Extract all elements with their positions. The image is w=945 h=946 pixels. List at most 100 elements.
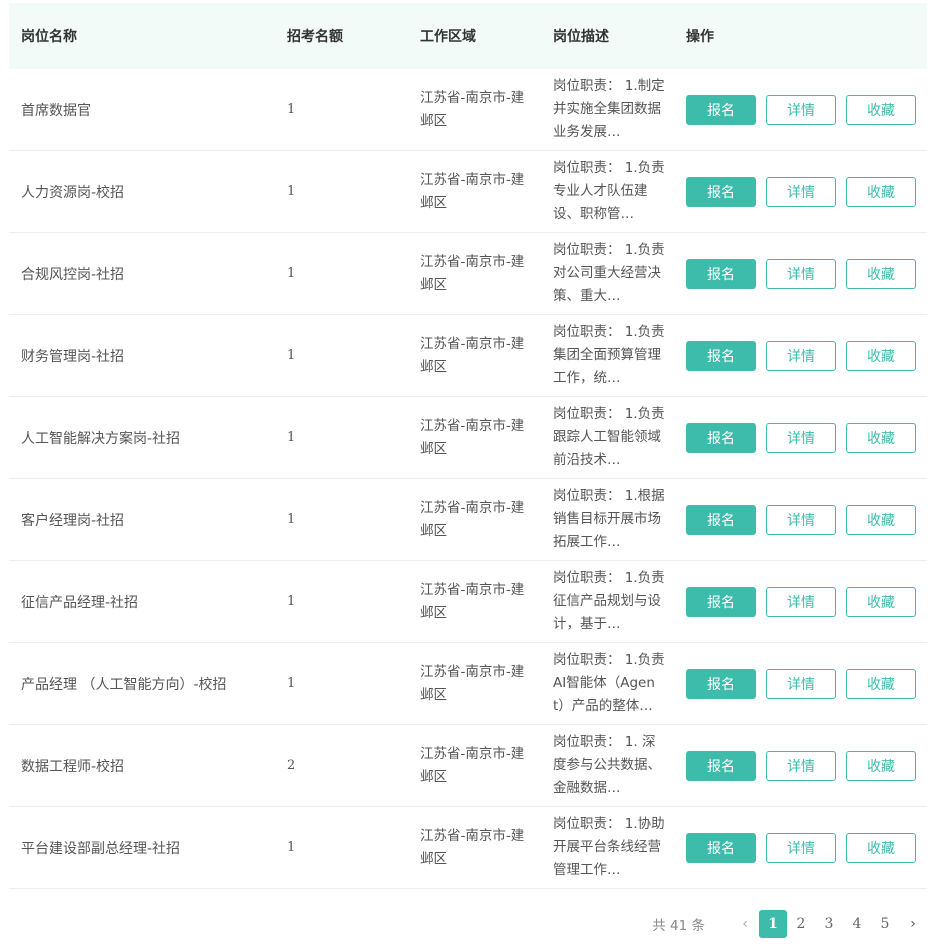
- jobs-table: 岗位名称 招考名额 工作区域 岗位描述 操作 首席数据官 1 江苏省-南京市-建…: [9, 3, 927, 889]
- job-quota: 1: [287, 184, 296, 199]
- header-quota: 招考名额: [287, 29, 343, 45]
- favorite-button[interactable]: 收藏: [846, 422, 916, 453]
- job-name: 数据工程师-校招: [21, 758, 125, 775]
- job-area-cell: 江苏省-南京市-建邺区: [408, 397, 541, 478]
- job-desc-cell: 岗位职责： 1.负责跟踪人工智能领域前沿技术…: [541, 397, 674, 478]
- job-name: 客户经理岗-社招: [21, 512, 125, 529]
- job-name: 产品经理 （人工智能方向）-校招: [21, 676, 227, 693]
- favorite-button[interactable]: 收藏: [846, 832, 916, 863]
- job-desc-cell: 岗位职责： 1.制定并实施全集团数据业务发展…: [541, 69, 674, 150]
- job-desc-cell: 岗位职责： 1. 深度参与公共数据、金融数据…: [541, 725, 674, 806]
- job-desc: 岗位职责： 1. 深度参与公共数据、金融数据…: [553, 734, 661, 796]
- job-quota: 1: [287, 594, 296, 609]
- job-area: 江苏省-南京市-建邺区: [420, 581, 525, 621]
- job-quota: 1: [287, 430, 296, 445]
- detail-button[interactable]: 详情: [766, 176, 836, 207]
- apply-button[interactable]: 报名: [686, 258, 756, 289]
- job-area: 江苏省-南京市-建邺区: [420, 89, 525, 129]
- table-row: 平台建设部副总经理-社招 1 江苏省-南京市-建邺区 岗位职责： 1.协助开展平…: [9, 807, 927, 889]
- table-header: 岗位名称 招考名额 工作区域 岗位描述 操作: [9, 3, 927, 69]
- favorite-button[interactable]: 收藏: [846, 340, 916, 371]
- row-actions: 报名 详情 收藏: [674, 807, 927, 888]
- favorite-button[interactable]: 收藏: [846, 258, 916, 289]
- row-actions: 报名 详情 收藏: [674, 397, 927, 478]
- job-desc-cell: 岗位职责： 1.负责对公司重大经营决策、重大…: [541, 233, 674, 314]
- job-area-cell: 江苏省-南京市-建邺区: [408, 233, 541, 314]
- detail-button[interactable]: 详情: [766, 668, 836, 699]
- favorite-button[interactable]: 收藏: [846, 586, 916, 617]
- apply-button[interactable]: 报名: [686, 422, 756, 453]
- job-desc: 岗位职责： 1.负责集团全面预算管理工作，统…: [553, 324, 665, 386]
- table-row: 客户经理岗-社招 1 江苏省-南京市-建邺区 岗位职责： 1.根据销售目标开展市…: [9, 479, 927, 561]
- favorite-button[interactable]: 收藏: [846, 668, 916, 699]
- header-area: 工作区域: [420, 29, 476, 45]
- job-area-cell: 江苏省-南京市-建邺区: [408, 807, 541, 888]
- job-quota: 1: [287, 676, 296, 691]
- table-row: 首席数据官 1 江苏省-南京市-建邺区 岗位职责： 1.制定并实施全集团数据业务…: [9, 69, 927, 151]
- apply-button[interactable]: 报名: [686, 750, 756, 781]
- job-desc: 岗位职责： 1.负责专业人才队伍建设、职称管…: [553, 160, 665, 222]
- detail-button[interactable]: 详情: [766, 258, 836, 289]
- job-area: 江苏省-南京市-建邺区: [420, 745, 525, 785]
- job-area: 江苏省-南京市-建邺区: [420, 171, 525, 211]
- favorite-button[interactable]: 收藏: [846, 94, 916, 125]
- table-row: 产品经理 （人工智能方向）-校招 1 江苏省-南京市-建邺区 岗位职责： 1.负…: [9, 643, 927, 725]
- job-name: 平台建设部副总经理-社招: [21, 840, 181, 857]
- job-quota: 1: [287, 266, 296, 281]
- row-actions: 报名 详情 收藏: [674, 479, 927, 560]
- detail-button[interactable]: 详情: [766, 422, 836, 453]
- detail-button[interactable]: 详情: [766, 94, 836, 125]
- apply-button[interactable]: 报名: [686, 340, 756, 371]
- favorite-button[interactable]: 收藏: [846, 504, 916, 535]
- detail-button[interactable]: 详情: [766, 586, 836, 617]
- job-area-cell: 江苏省-南京市-建邺区: [408, 479, 541, 560]
- favorite-button[interactable]: 收藏: [846, 750, 916, 781]
- detail-button[interactable]: 详情: [766, 340, 836, 371]
- row-actions: 报名 详情 收藏: [674, 643, 927, 724]
- job-quota: 2: [287, 758, 296, 773]
- page-1[interactable]: 1: [759, 910, 787, 938]
- header-desc: 岗位描述: [553, 29, 609, 45]
- job-area-cell: 江苏省-南京市-建邺区: [408, 315, 541, 396]
- page-2[interactable]: 2: [787, 910, 815, 938]
- header-ops: 操作: [686, 29, 714, 45]
- job-name: 人力资源岗-校招: [21, 184, 125, 201]
- job-area-cell: 江苏省-南京市-建邺区: [408, 151, 541, 232]
- table-row: 财务管理岗-社招 1 江苏省-南京市-建邺区 岗位职责： 1.负责集团全面预算管…: [9, 315, 927, 397]
- apply-button[interactable]: 报名: [686, 668, 756, 699]
- job-desc-cell: 岗位职责： 1.负责专业人才队伍建设、职称管…: [541, 151, 674, 232]
- favorite-button[interactable]: 收藏: [846, 176, 916, 207]
- table-row: 数据工程师-校招 2 江苏省-南京市-建邺区 岗位职责： 1. 深度参与公共数据…: [9, 725, 927, 807]
- job-desc: 岗位职责： 1.负责跟踪人工智能领域前沿技术…: [553, 406, 665, 468]
- apply-button[interactable]: 报名: [686, 832, 756, 863]
- job-area: 江苏省-南京市-建邺区: [420, 663, 525, 703]
- apply-button[interactable]: 报名: [686, 504, 756, 535]
- table-row: 人工智能解决方案岗-社招 1 江苏省-南京市-建邺区 岗位职责： 1.负责跟踪人…: [9, 397, 927, 479]
- table-row: 合规风控岗-社招 1 江苏省-南京市-建邺区 岗位职责： 1.负责对公司重大经营…: [9, 233, 927, 315]
- job-area: 江苏省-南京市-建邺区: [420, 499, 525, 539]
- total-count: 共 41 条: [652, 918, 705, 934]
- job-quota: 1: [287, 102, 296, 117]
- job-name: 人工智能解决方案岗-社招: [21, 430, 181, 447]
- row-actions: 报名 详情 收藏: [674, 151, 927, 232]
- apply-button[interactable]: 报名: [686, 586, 756, 617]
- detail-button[interactable]: 详情: [766, 750, 836, 781]
- job-name: 首席数据官: [21, 102, 91, 119]
- next-page-icon[interactable]: ›: [899, 910, 927, 938]
- job-quota: 1: [287, 840, 296, 855]
- job-desc: 岗位职责： 1.负责对公司重大经营决策、重大…: [553, 242, 665, 304]
- apply-button[interactable]: 报名: [686, 94, 756, 125]
- prev-page-icon[interactable]: ‹: [731, 910, 759, 938]
- job-desc: 岗位职责： 1.协助开展平台条线经营管理工作…: [553, 816, 665, 878]
- page-4[interactable]: 4: [843, 910, 871, 938]
- page-5[interactable]: 5: [871, 910, 899, 938]
- apply-button[interactable]: 报名: [686, 176, 756, 207]
- detail-button[interactable]: 详情: [766, 832, 836, 863]
- job-area: 江苏省-南京市-建邺区: [420, 417, 525, 457]
- job-area: 江苏省-南京市-建邺区: [420, 335, 525, 375]
- detail-button[interactable]: 详情: [766, 504, 836, 535]
- page-3[interactable]: 3: [815, 910, 843, 938]
- job-desc: 岗位职责： 1.根据销售目标开展市场拓展工作…: [553, 488, 665, 550]
- job-name: 财务管理岗-社招: [21, 348, 125, 365]
- row-actions: 报名 详情 收藏: [674, 725, 927, 806]
